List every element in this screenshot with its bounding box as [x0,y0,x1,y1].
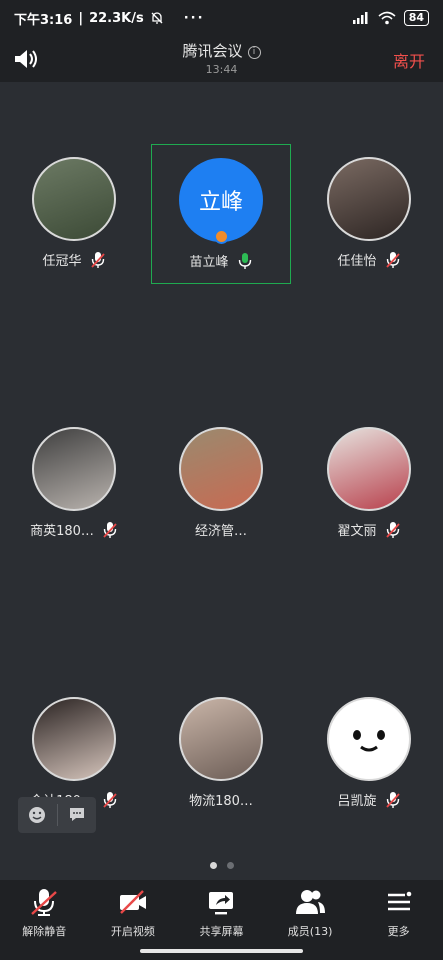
participant-tile[interactable]: 经济管… [151,414,291,554]
unmute-label: 解除静音 [22,925,67,938]
share-screen-button[interactable]: 共享屏幕 [177,880,266,960]
mic-on-icon [238,252,251,269]
signal-icon [352,12,368,24]
share-screen-icon [209,892,234,915]
chat-button[interactable] [57,797,96,833]
video-label: 开启视频 [110,925,155,938]
participant-name-row: 商英180… [30,520,118,539]
participant-tile[interactable]: 吕凯旋 [299,684,439,824]
avatar [32,697,116,781]
info-icon[interactable]: i [247,46,261,59]
participant-name: 任佳怡 [337,254,377,269]
page-dot-active[interactable] [209,862,217,869]
participant-name-row: 吕凯旋 [337,790,400,809]
status-bar: 下午3:16 | 22.3K/s ··· 84 [0,0,443,36]
more-label: 更多 [387,925,410,938]
host-badge-icon [214,229,229,244]
participant-name: 任冠华 [42,254,82,269]
chat-icon [69,808,84,821]
video-off-icon [119,890,146,914]
avatar [327,427,411,511]
unmute-button[interactable]: 解除静音 [0,880,89,960]
participant-name: 商英180… [30,524,94,539]
mic-muted-icon [385,791,400,808]
bottom-toolbar: 解除静音 开启视频 共享屏幕 成员(13) 更多 [0,880,443,960]
participant-name-row: 任冠华 [42,250,105,269]
page-indicator [0,862,443,869]
more-button[interactable]: 更多 [354,880,443,960]
participant-tile[interactable]: 立峰苗立峰 [151,144,291,284]
participant-name-row: 翟文丽 [337,520,400,539]
page-dot[interactable] [226,862,234,869]
status-separator: | [78,10,84,26]
members-icon [296,890,326,914]
emoji-icon [29,807,46,823]
wifi-icon [378,11,396,25]
meeting-header: 腾讯会议 i 13:44 离开 [0,36,443,82]
meeting-timer: 13:44 [205,63,238,76]
video-button[interactable]: 开启视频 [89,880,178,960]
avatar [32,157,116,241]
leave-button[interactable]: 离开 [393,48,425,72]
battery-indicator: 84 [403,10,429,26]
emoji-button[interactable] [18,797,57,833]
participant-name-row: 经济管… [195,520,247,539]
participant-name: 吕凯旋 [337,794,377,809]
mic-muted-icon [385,521,400,538]
avatar [179,427,263,511]
mic-muted-icon [31,889,58,916]
participant-tile[interactable]: 物流180… [151,684,291,824]
avatar [179,697,263,781]
bell-off-icon [151,12,163,24]
status-time: 下午3:16 [14,12,73,28]
avatar [32,427,116,511]
participant-name-row: 任佳怡 [337,250,400,269]
avatar-text: 立峰 [198,190,243,215]
avatar [327,697,411,781]
menu-icon [387,891,411,911]
mic-muted-icon [385,251,400,268]
participant-tile[interactable]: 任佳怡 [299,144,439,284]
mic-muted-icon [90,251,105,268]
participant-name: 苗立峰 [189,255,229,270]
meeting-title[interactable]: 腾讯会议 [182,42,242,60]
share-screen-label: 共享屏幕 [199,925,244,938]
home-indicator[interactable] [140,949,303,953]
status-more: ··· [183,10,205,26]
participant-tile[interactable]: 商英180… [4,414,144,554]
participant-name: 经济管… [194,524,247,539]
participant-name-row: 物流180… [189,790,253,809]
members-button[interactable]: 成员(13) [266,880,355,960]
avatar [327,157,411,241]
mic-muted-icon [103,791,117,808]
participant-name: 翟文丽 [337,524,377,539]
participant-name: 物流180… [189,794,253,809]
participant-name-row: 苗立峰 [189,251,252,270]
status-net-speed: 22.3K/s [89,10,144,26]
participant-tile[interactable]: 任冠华 [4,144,144,284]
mic-muted-icon [103,521,117,538]
participant-tile[interactable]: 翟文丽 [299,414,439,554]
floating-controls [18,797,96,833]
members-label: 成员(13) [287,925,333,938]
